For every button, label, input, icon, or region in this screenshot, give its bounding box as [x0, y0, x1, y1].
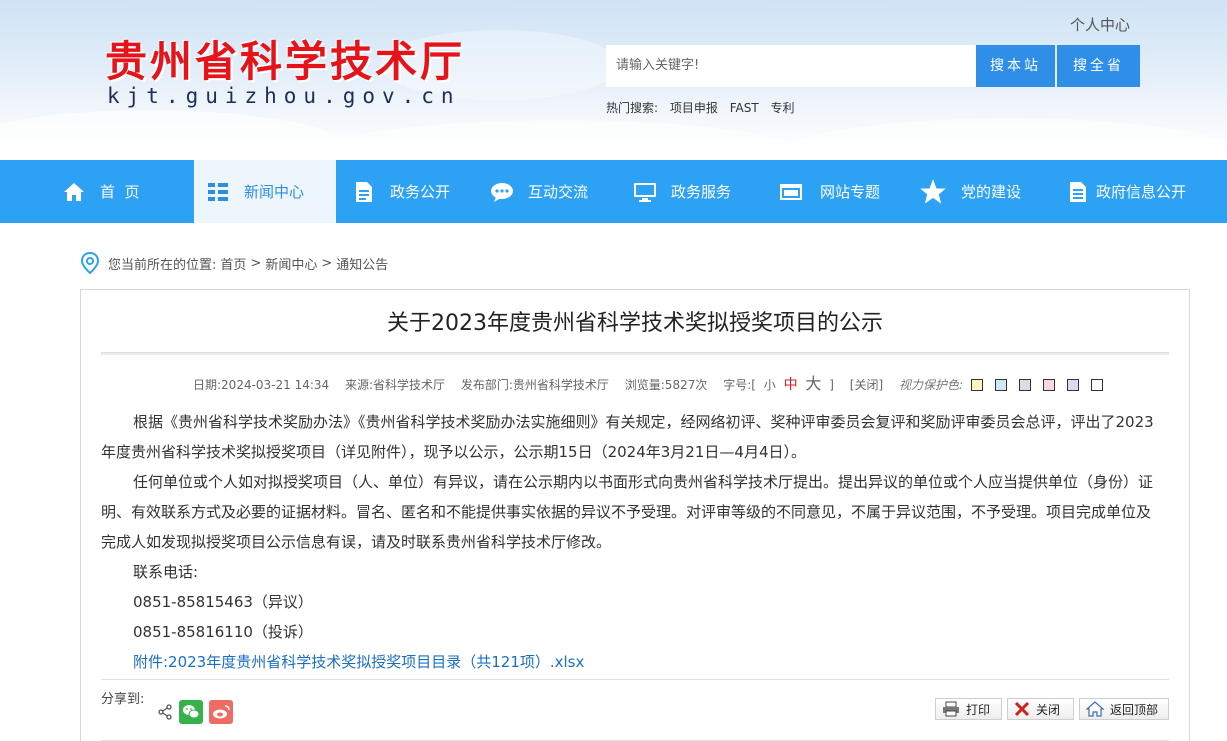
font-size-large[interactable]: 大: [805, 374, 821, 393]
close-label: 关闭: [1036, 702, 1061, 717]
document-list-icon: [1070, 181, 1086, 202]
nav-item-label: 互动交流: [528, 183, 589, 201]
nav-item-label: 新闻中心: [244, 183, 305, 201]
eye-protect-swatch[interactable]: [1019, 379, 1032, 391]
hot-search-item[interactable]: 专利: [771, 101, 795, 115]
font-size-small[interactable]: 小: [764, 378, 776, 392]
site-logo-domain: kjt.guizhou.gov.cn: [107, 84, 461, 108]
hot-search: 热门搜索: 项目申报 FAST 专利: [606, 99, 803, 116]
back-to-top-label: 返回顶部: [1110, 702, 1159, 717]
font-size-medium[interactable]: 中: [784, 377, 798, 393]
meta-department: 发布部门:贵州省科学技术厅: [460, 378, 609, 392]
meta-date: 日期:2024-03-21 14:34: [193, 378, 330, 392]
nav-item-party[interactable]: 党的建设: [919, 160, 1039, 223]
contact-label: 联系电话:: [133, 563, 199, 581]
font-size-label: 字号:[: [723, 378, 756, 392]
share-label: 分享到:: [101, 692, 145, 707]
article-paragraph: 根据《贵州省科学技术奖励办法》《贵州省科学技术奖励办法实施细则》有关规定，经网络…: [101, 413, 1154, 461]
star-icon: [920, 178, 946, 204]
hot-search-item[interactable]: 项目申报: [670, 101, 718, 115]
search-site-button[interactable]: 搜本站: [976, 45, 1055, 87]
monitor-icon: [634, 182, 656, 202]
nav-item-label: 政府信息公开: [1096, 183, 1187, 201]
article-body: 根据《贵州省科学技术奖励办法》《贵州省科学技术奖励办法实施细则》有关规定，经网络…: [101, 407, 1161, 677]
nav-item-label: 首 页: [100, 183, 140, 201]
site-header: 贵州省科学技术厅 kjt.guizhou.gov.cn 个人中心 请输入关键字!…: [0, 0, 1227, 160]
hot-search-item[interactable]: FAST: [730, 101, 759, 115]
nav-item-label: 政务服务: [671, 183, 732, 201]
title-divider: [101, 352, 1169, 355]
home-icon: [64, 182, 84, 201]
chat-bubble-icon: [491, 182, 513, 202]
personal-center-link[interactable]: 个人中心: [1070, 14, 1130, 35]
weibo-share-button[interactable]: [209, 700, 233, 724]
article-title: 关于2023年度贵州省科学技术奖拟授奖项目的公示: [387, 311, 883, 336]
breadcrumb-link-home[interactable]: 首页: [220, 254, 246, 273]
eye-protect-label: 视力保护色:: [898, 378, 964, 392]
nav-item-services[interactable]: 政务服务: [633, 160, 753, 223]
nav-item-label: 网站专题: [820, 183, 881, 201]
document-icon: [356, 181, 372, 202]
main-nav: 首 页 新闻中心 政务公开 互动交流 政务服务 网站专题 党的建设 政府信息公开: [0, 160, 1227, 223]
contact-phone-complaint: 0851-85816110（投诉）: [133, 623, 313, 641]
article-paragraph: 任何单位或个人如对拟授奖项目（人、单位）有异议，请在公示期内以书面形式向贵州省科…: [101, 473, 1154, 551]
back-to-top-button[interactable]: 返回顶部: [1079, 698, 1169, 720]
share-divider: [101, 679, 1169, 680]
nav-item-interaction[interactable]: 互动交流: [490, 160, 610, 223]
breadcrumb-separator: >: [250, 255, 262, 271]
close-button[interactable]: 关闭: [1007, 698, 1074, 720]
eye-protect-swatch[interactable]: [1067, 379, 1080, 391]
font-size-bracket: ]: [829, 378, 834, 392]
eye-protect-swatches: [971, 378, 1115, 392]
eye-protect-swatch[interactable]: [1091, 379, 1104, 391]
breadcrumb-separator: >: [321, 255, 333, 271]
nav-item-news[interactable]: 新闻中心: [194, 160, 336, 223]
wechat-share-button[interactable]: [179, 700, 203, 724]
eye-protect-swatch[interactable]: [1043, 379, 1056, 391]
nav-item-label: 党的建设: [961, 183, 1022, 201]
print-label: 打印: [966, 702, 991, 717]
news-grid-icon: [208, 182, 228, 201]
search-province-button[interactable]: 搜全省: [1057, 45, 1140, 87]
folder-icon: [780, 183, 802, 200]
nav-item-info-disclosure[interactable]: 政府信息公开: [1066, 160, 1206, 223]
eye-protect-swatch[interactable]: [995, 379, 1008, 391]
share-icons: [157, 700, 233, 724]
printer-icon: [943, 701, 959, 717]
nav-item-home[interactable]: 首 页: [62, 160, 182, 223]
breadcrumb-prefix: 您当前所在的位置:: [108, 257, 217, 273]
eye-protect-swatch[interactable]: [971, 379, 984, 391]
nav-item-topics[interactable]: 网站专题: [776, 160, 896, 223]
nav-item-label: 政务公开: [390, 183, 451, 201]
article-container: 关于2023年度贵州省科学技术奖拟授奖项目的公示 日期:2024-03-21 1…: [80, 289, 1190, 741]
article-meta: 日期:2024-03-21 14:34 来源:省科学技术厅 发布部门:贵州省科学…: [193, 370, 1115, 394]
meta-source: 来源:省科学技术厅: [345, 378, 446, 392]
breadcrumb: 您当前所在的位置: 首页 > 新闻中心 > 通知公告: [80, 252, 388, 274]
search-input[interactable]: 请输入关键字!: [606, 45, 976, 87]
weibo-icon: [213, 705, 230, 719]
close-link[interactable]: [关闭]: [850, 378, 883, 392]
site-logo-title[interactable]: 贵州省科学技术厅: [105, 28, 465, 89]
share-icon[interactable]: [157, 704, 173, 720]
attachment-link[interactable]: 附件:2023年度贵州省科学技术奖拟授奖项目目录（共121项）.xlsx: [101, 647, 1161, 677]
contact-phone-objection: 0851-85815463（异议）: [133, 593, 313, 611]
nav-item-gov-affairs[interactable]: 政务公开: [352, 160, 472, 223]
meta-views: 浏览量:5827次: [624, 378, 708, 392]
hot-search-label: 热门搜索:: [606, 101, 659, 115]
wechat-icon: [183, 705, 200, 719]
house-icon: [1086, 701, 1104, 717]
location-pin-icon: [80, 252, 100, 274]
breadcrumb-link-news[interactable]: 新闻中心: [265, 254, 317, 273]
print-button[interactable]: 打印: [935, 698, 1002, 720]
close-icon: [1014, 701, 1030, 717]
breadcrumb-link-notice[interactable]: 通知公告: [336, 254, 388, 273]
